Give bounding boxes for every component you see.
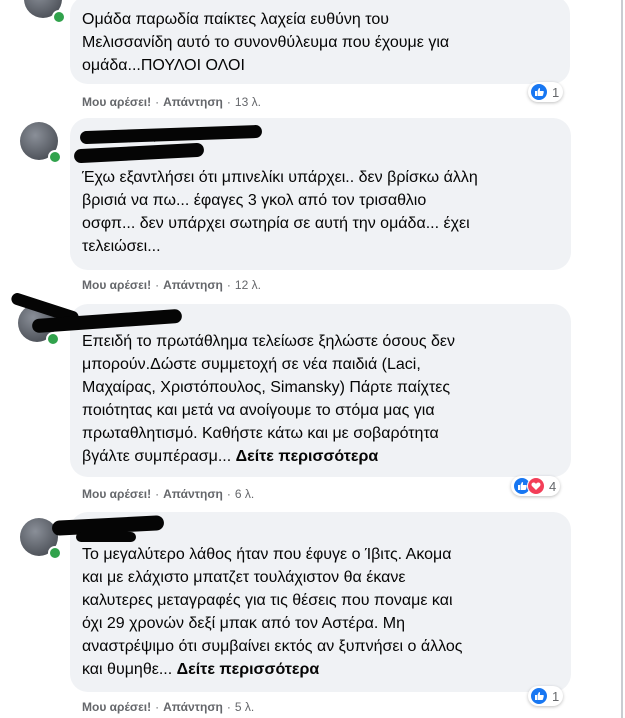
reply-button[interactable]: Απάντηση xyxy=(163,700,223,714)
redacted-name xyxy=(76,532,136,542)
comment-bubble: Επειδή το πρωτάθλημα τελείωσε ξηλώστε όσ… xyxy=(70,304,571,477)
like-button[interactable]: Μου αρέσει! xyxy=(82,700,151,714)
comment-actions: Μου αρέσει! · Απάντηση · 6 λ. xyxy=(82,487,254,501)
like-icon xyxy=(530,687,548,705)
reaction-summary[interactable]: 1 xyxy=(528,686,564,706)
reaction-summary[interactable]: 4 xyxy=(511,476,561,496)
comment-actions: Μου αρέσει! · Απάντηση · 12 λ. xyxy=(82,278,261,292)
online-indicator xyxy=(52,10,66,24)
comment-body: Επειδή το πρωτάθλημα τελείωσε ξηλώστε όσ… xyxy=(82,333,456,465)
comment-1: Ομάδα παρωδία παίκτες λαχεία ευθύνη του … xyxy=(0,0,621,112)
like-button[interactable]: Μου αρέσει! xyxy=(82,278,151,292)
comment-text: Το μεγαλύτερο λάθος ήταν που έφυγε ο Ίβι… xyxy=(82,543,557,681)
comment-text: Ομάδα παρωδία παίκτες λαχεία ευθύνη του … xyxy=(82,11,450,74)
online-indicator xyxy=(46,332,60,346)
reaction-count: 1 xyxy=(552,84,560,100)
like-button[interactable]: Μου αρέσει! xyxy=(82,487,151,501)
reply-button[interactable]: Απάντηση xyxy=(163,487,223,501)
like-icon xyxy=(530,83,548,101)
reply-button[interactable]: Απάντηση xyxy=(163,95,223,109)
comment-text: Έχω εξαντλήσει ότι μπινελίκι υπάρχει.. δ… xyxy=(82,169,478,255)
comment-actions: Μου αρέσει! · Απάντηση · 13 λ. xyxy=(82,95,261,109)
comment-actions: Μου αρέσει! · Απάντηση · 5 λ. xyxy=(82,700,254,714)
timestamp[interactable]: 6 λ. xyxy=(235,487,254,501)
timestamp[interactable]: 12 λ. xyxy=(235,278,261,292)
online-indicator xyxy=(48,150,62,164)
reaction-count: 1 xyxy=(552,688,560,704)
separator: · xyxy=(155,700,160,714)
online-indicator xyxy=(48,546,62,560)
thread-divider-line xyxy=(621,0,623,718)
separator: · xyxy=(155,487,160,501)
timestamp[interactable]: 13 λ. xyxy=(235,95,261,109)
reaction-count: 4 xyxy=(549,478,557,494)
comment-3: Επειδή το πρωτάθλημα τελείωσε ξηλώστε όσ… xyxy=(0,291,621,505)
separator: · xyxy=(226,95,231,109)
comment-bubble: Το μεγαλύτερο λάθος ήταν που έφυγε ο Ίβι… xyxy=(70,512,571,692)
timestamp[interactable]: 5 λ. xyxy=(235,700,254,714)
comment-bubble: Ομάδα παρωδία παίκτες λαχεία ευθύνη του … xyxy=(70,0,570,84)
separator: · xyxy=(226,487,231,501)
comment-text: Επειδή το πρωτάθλημα τελείωσε ξηλώστε όσ… xyxy=(82,330,557,468)
separator: · xyxy=(155,278,160,292)
reaction-summary[interactable]: 1 xyxy=(528,82,564,102)
see-more-link[interactable]: Δείτε περισσότερα xyxy=(177,661,320,678)
separator: · xyxy=(226,700,231,714)
separator: · xyxy=(226,278,231,292)
like-button[interactable]: Μου αρέσει! xyxy=(82,95,151,109)
separator: · xyxy=(155,95,160,109)
comment-4: Το μεγαλύτερο λάθος ήταν που έφυγε ο Ίβι… xyxy=(0,508,621,718)
comment-2: Κορυφαίος θ Έχω εξαντλήσει ότι μπινελίκι… xyxy=(0,118,621,298)
love-icon xyxy=(527,477,545,495)
reply-button[interactable]: Απάντηση xyxy=(163,278,223,292)
comment-body: Το μεγαλύτερο λάθος ήταν που έφυγε ο Ίβι… xyxy=(82,546,463,678)
see-more-link[interactable]: Δείτε περισσότερα xyxy=(236,448,379,465)
